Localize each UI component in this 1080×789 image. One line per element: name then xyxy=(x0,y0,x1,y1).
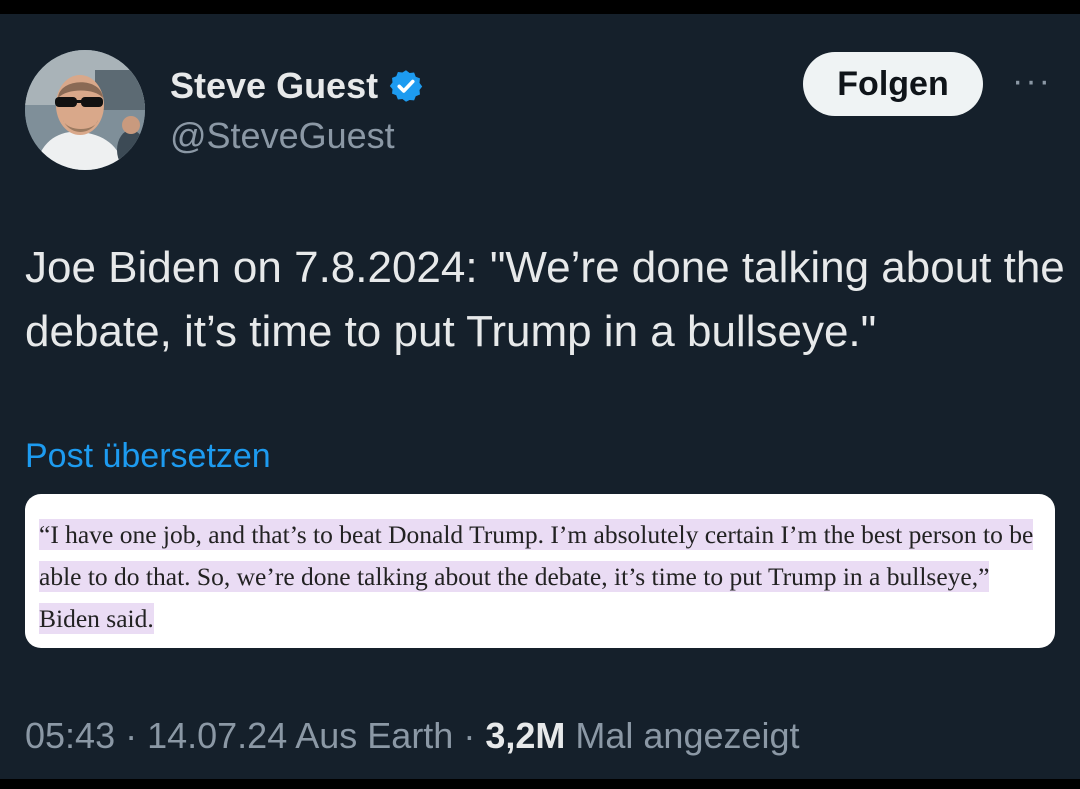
more-options-icon[interactable]: ··· xyxy=(1008,64,1056,98)
translate-post-link[interactable]: Post übersetzen xyxy=(25,434,271,478)
quote-text-block: “I have one job, and that’s to beat Dona… xyxy=(39,514,1039,640)
post-source: Aus Earth xyxy=(287,715,454,756)
author-handle[interactable]: @SteveGuest xyxy=(170,114,395,158)
view-count: 3,2M xyxy=(485,715,566,756)
post-metadata: 05:43 · 14.07.24 Aus Earth · 3,2M Mal an… xyxy=(25,714,800,758)
post-time[interactable]: 05:43 xyxy=(25,715,115,756)
tweet-card: Steve Guest @SteveGuest Folgen ··· Joe B… xyxy=(0,14,1080,779)
author-name-row[interactable]: Steve Guest xyxy=(170,64,424,108)
view-count-label: Mal angezeigt xyxy=(565,715,800,756)
separator: · xyxy=(453,715,486,756)
quote-text: “I have one job, and that’s to beat Dona… xyxy=(39,519,1034,634)
verified-badge-icon xyxy=(389,70,423,102)
quote-image[interactable]: “I have one job, and that’s to beat Dona… xyxy=(25,494,1055,648)
avatar-photo-icon xyxy=(25,50,145,170)
avatar[interactable] xyxy=(25,50,145,170)
post-text: Joe Biden on 7.8.2024: "We’re done talki… xyxy=(25,243,1065,356)
author-name[interactable]: Steve Guest xyxy=(170,64,378,108)
separator: · xyxy=(115,715,148,756)
post-date[interactable]: 14.07.24 xyxy=(147,715,287,756)
follow-button[interactable]: Folgen xyxy=(803,52,983,116)
